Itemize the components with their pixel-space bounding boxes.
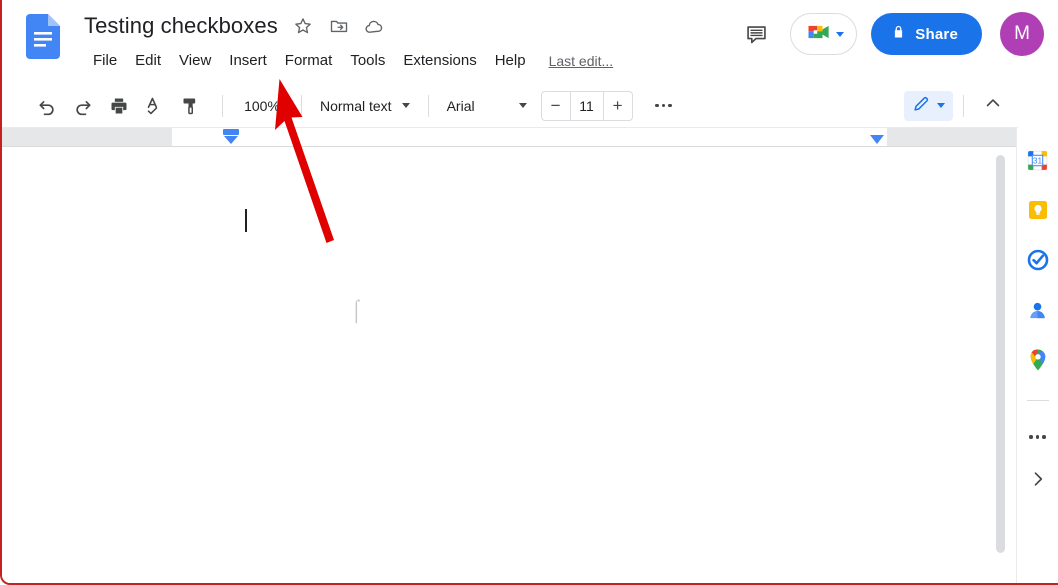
toolbar-divider xyxy=(963,94,964,117)
increase-font-size-button[interactable]: + xyxy=(604,92,632,120)
show-side-panel-button[interactable] xyxy=(1024,467,1052,495)
comment-history-icon[interactable] xyxy=(736,14,776,54)
menu-bar: File Edit View Insert Format Tools Exten… xyxy=(84,48,613,74)
hide-menus-button[interactable] xyxy=(978,91,1008,121)
chevron-down-icon xyxy=(937,103,945,108)
vertical-scrollbar[interactable] xyxy=(994,147,1006,583)
move-to-folder-icon[interactable] xyxy=(328,15,350,37)
font-family-value: Arial xyxy=(446,97,475,114)
font-family-selector[interactable]: Arial xyxy=(439,93,535,119)
scrollbar-thumb[interactable] xyxy=(996,155,1005,553)
docs-logo-icon[interactable] xyxy=(26,14,60,59)
chevron-down-icon[interactable] xyxy=(836,31,845,37)
left-indent-marker[interactable] xyxy=(223,129,239,145)
lock-icon xyxy=(891,24,906,44)
google-docs-window: Testing checkboxes File Edit View Insert… xyxy=(0,0,1058,585)
editing-mode-pencil-icon xyxy=(912,94,931,118)
rail-more-button[interactable] xyxy=(1024,423,1052,451)
redo-icon[interactable] xyxy=(68,91,98,121)
google-meet-button[interactable] xyxy=(790,13,858,55)
left-indent-bar xyxy=(223,129,239,135)
document-canvas: ⌠ xyxy=(2,147,1018,583)
menu-file[interactable]: File xyxy=(84,48,126,74)
google-meet-icon xyxy=(805,21,833,48)
menu-extensions[interactable]: Extensions xyxy=(394,48,485,74)
side-panel-rail: 31 xyxy=(1016,128,1058,583)
more-horizontal-icon xyxy=(1029,435,1046,439)
title-row: Testing checkboxes xyxy=(84,12,386,40)
share-button-label: Share xyxy=(915,25,958,43)
zoom-level-selector[interactable]: 100% xyxy=(233,93,291,119)
more-horizontal-icon xyxy=(655,103,672,108)
google-maps-icon[interactable] xyxy=(1024,346,1052,374)
spellcheck-icon[interactable] xyxy=(140,91,170,121)
toolbar-divider xyxy=(222,94,223,117)
star-icon[interactable] xyxy=(292,15,314,37)
paint-format-icon[interactable] xyxy=(176,91,206,121)
formatting-toolbar: 100% Normal text Arial − 11 + xyxy=(2,84,1018,128)
google-tasks-icon[interactable] xyxy=(1024,246,1052,274)
last-edit-link[interactable]: Last edit... xyxy=(549,53,614,69)
horizontal-ruler[interactable] xyxy=(2,128,1018,147)
paragraph-style-selector[interactable]: Normal text xyxy=(312,93,418,119)
header-actions: Share M xyxy=(736,12,1058,56)
google-keep-icon[interactable] xyxy=(1024,196,1052,224)
app-header: Testing checkboxes File Edit View Insert… xyxy=(2,0,1058,84)
page-title[interactable]: Testing checkboxes xyxy=(84,12,278,40)
menu-view[interactable]: View xyxy=(170,48,220,74)
right-indent-marker[interactable] xyxy=(870,135,884,144)
paragraph-style-value: Normal text xyxy=(320,97,392,114)
google-calendar-icon[interactable]: 31 xyxy=(1024,146,1052,174)
cloud-saved-icon[interactable] xyxy=(364,15,386,37)
svg-text:31: 31 xyxy=(1033,155,1043,165)
rail-divider xyxy=(1026,400,1049,401)
undo-icon[interactable] xyxy=(32,91,62,121)
text-cursor xyxy=(245,209,247,232)
font-size-input[interactable]: 11 xyxy=(569,91,604,120)
toolbar-right-group xyxy=(904,90,1018,121)
menu-tools[interactable]: Tools xyxy=(341,48,394,74)
share-button[interactable]: Share xyxy=(871,13,982,55)
chevron-up-icon xyxy=(983,93,1003,118)
mouse-ibeam-pointer: ⌠ xyxy=(350,298,363,322)
menu-help[interactable]: Help xyxy=(486,48,535,74)
print-icon[interactable] xyxy=(104,91,134,121)
toolbar-divider xyxy=(301,94,302,117)
menu-format[interactable]: Format xyxy=(276,48,342,74)
document-page[interactable]: ⌠ xyxy=(16,147,988,583)
font-size-stepper: − 11 + xyxy=(540,90,633,121)
chevron-down-icon xyxy=(518,103,527,108)
google-contacts-icon[interactable] xyxy=(1024,296,1052,324)
avatar-initial: M xyxy=(1014,23,1030,44)
toolbar-divider xyxy=(427,94,429,117)
chevron-down-icon xyxy=(401,103,410,108)
decrease-font-size-button[interactable]: − xyxy=(542,92,570,120)
more-options-button[interactable] xyxy=(649,91,679,121)
ruler-page-area xyxy=(172,128,887,146)
left-indent-triangle xyxy=(224,136,238,144)
editing-mode-button[interactable] xyxy=(904,90,953,121)
menu-edit[interactable]: Edit xyxy=(126,48,170,74)
menu-insert[interactable]: Insert xyxy=(220,48,276,74)
chevron-right-icon xyxy=(1028,469,1048,494)
avatar[interactable]: M xyxy=(1000,12,1044,56)
